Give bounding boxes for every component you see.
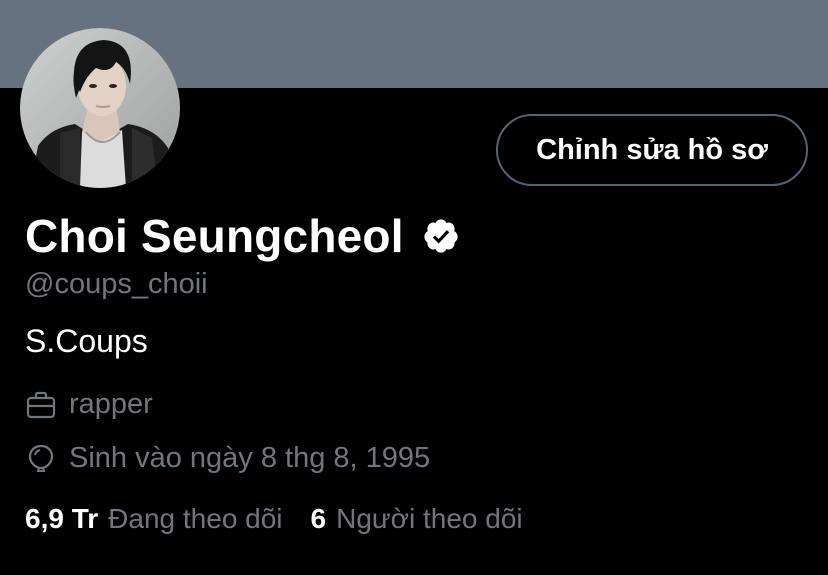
- followers-label: Người theo dõi: [336, 503, 523, 534]
- edit-profile-button[interactable]: Chỉnh sửa hồ sơ: [496, 114, 808, 186]
- profile-job: rapper: [25, 388, 153, 421]
- briefcase-icon: [25, 389, 57, 421]
- job-text: rapper: [69, 388, 153, 420]
- following-count: 6,9 Tr: [25, 503, 99, 534]
- avatar[interactable]: [20, 28, 180, 188]
- followers-count: 6: [310, 503, 327, 534]
- birthday-text: Sinh vào ngày 8 thg 8, 1995: [69, 442, 431, 474]
- follow-stats: 6,9 Tr Đang theo dõi 6 Người theo dõi: [25, 503, 523, 535]
- profile-birthday: Sinh vào ngày 8 thg 8, 1995: [25, 442, 430, 475]
- verified-badge-icon[interactable]: [422, 217, 460, 255]
- following-label: Đang theo dõi: [108, 503, 283, 534]
- name-row: Choi Seungcheol: [25, 206, 460, 266]
- balloon-icon: [25, 443, 57, 475]
- followers-link[interactable]: 6 Người theo dõi: [311, 503, 523, 535]
- avatar-image: [20, 28, 180, 188]
- bio-text: S.Coups: [25, 323, 148, 359]
- username-handle: @coups_choii: [25, 268, 208, 300]
- following-link[interactable]: 6,9 Tr Đang theo dõi: [25, 503, 283, 535]
- display-name: Choi Seungcheol: [25, 210, 404, 262]
